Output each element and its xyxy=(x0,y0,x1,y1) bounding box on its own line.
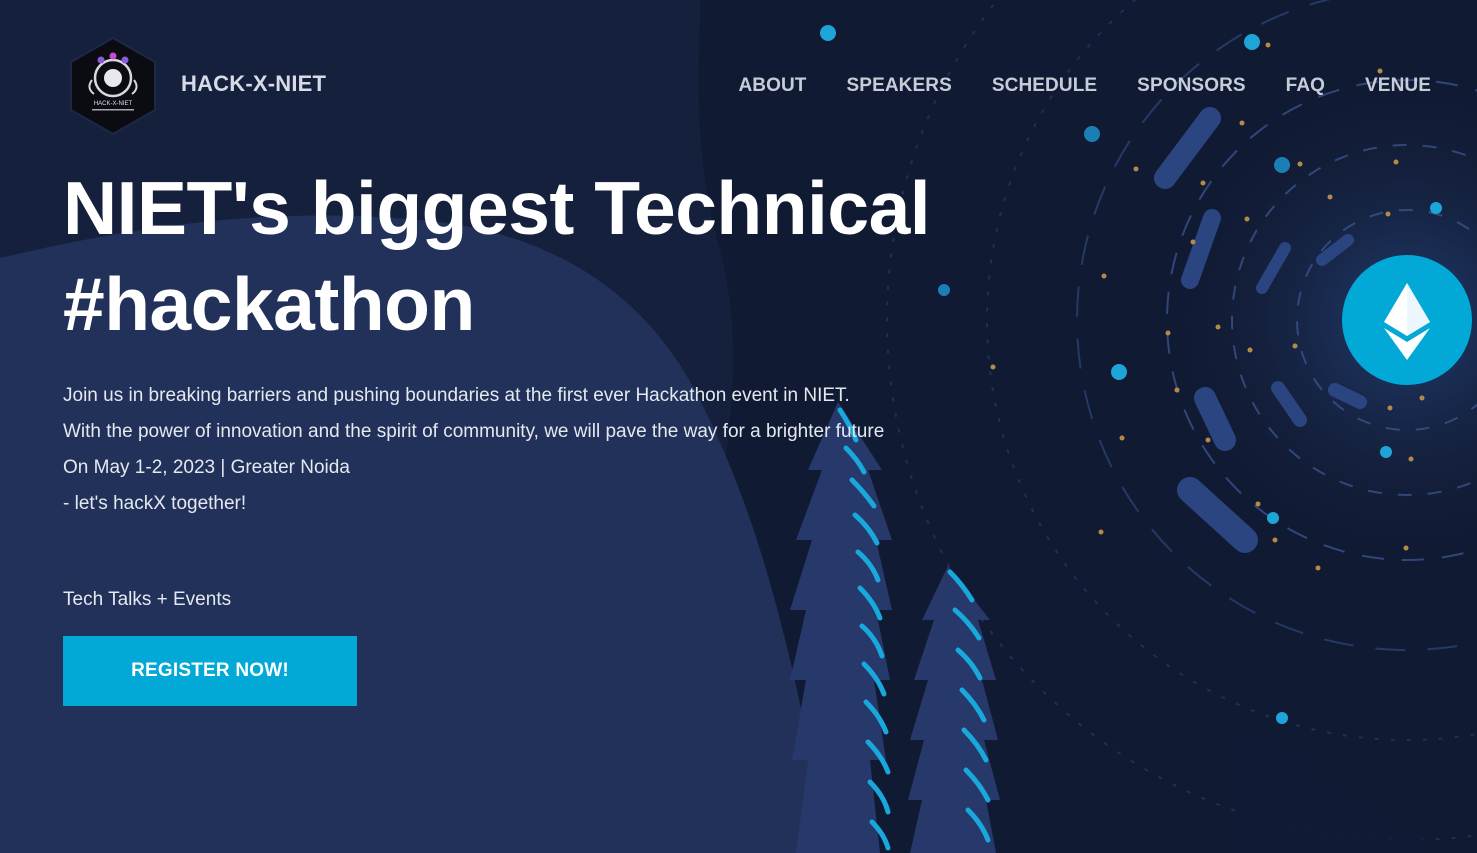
description-line-2: With the power of innovation and the spi… xyxy=(63,421,885,442)
register-button[interactable]: REGISTER NOW! xyxy=(63,636,357,706)
hero-title-line-2: #hackathon xyxy=(63,262,475,346)
hero-description: Join us in breaking barriers and pushing… xyxy=(63,378,884,522)
nav-item-faq[interactable]: FAQ xyxy=(1286,75,1325,97)
nav-item-speakers[interactable]: SPEAKERS xyxy=(847,75,952,97)
description-line-4: - let's hackX together! xyxy=(63,493,247,514)
nav-item-about[interactable]: ABOUT xyxy=(738,75,806,97)
hero-tagline: Tech Talks + Events xyxy=(63,589,232,610)
logo-text: HACK-X-NIET xyxy=(94,101,133,107)
description-line-1: Join us in breaking barriers and pushing… xyxy=(63,385,850,406)
main-nav: ABOUT SPEAKERS SCHEDULE SPONSORS FAQ VEN… xyxy=(698,75,1431,97)
brand-name[interactable]: HACK-X-NIET xyxy=(181,71,326,97)
nav-item-sponsors[interactable]: SPONSORS xyxy=(1137,75,1246,97)
description-line-3: On May 1-2, 2023 | Greater Noida xyxy=(63,457,350,478)
hero-title-line-1: NIET's biggest Technical xyxy=(63,166,931,250)
nav-item-schedule[interactable]: SCHEDULE xyxy=(992,75,1097,97)
hero-title: NIET's biggest Technical #hackathon xyxy=(63,160,931,352)
hero-section: HACK-X-NIET HACK-X-NIET ABOUT SPEAKERS S… xyxy=(0,0,1477,853)
brand-logo[interactable]: HACK-X-NIET xyxy=(68,36,158,136)
ethereum-icon xyxy=(1342,255,1472,385)
nav-item-venue[interactable]: VENUE xyxy=(1365,75,1431,97)
